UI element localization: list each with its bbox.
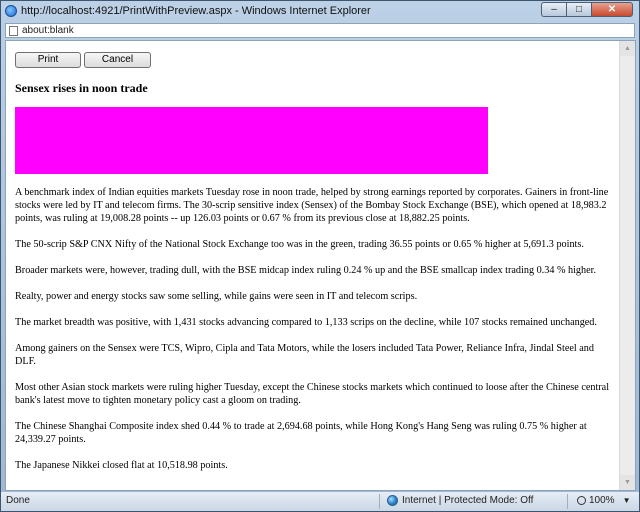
article-paragraph: The 50-scrip S&P CNX Nifty of the Nation…: [15, 239, 584, 250]
security-zone[interactable]: Internet | Protected Mode: Off: [387, 495, 533, 506]
zoom-icon: [577, 496, 586, 505]
maximize-button[interactable]: □: [566, 2, 591, 17]
browser-window: http://localhost:4921/PrintWithPreview.a…: [0, 0, 640, 512]
zoom-control[interactable]: 100% ▼: [577, 495, 631, 506]
status-text: Done: [6, 495, 30, 506]
article-paragraph: Realty, power and energy stocks saw some…: [15, 291, 418, 302]
zone-label: Internet | Protected Mode: Off: [402, 495, 534, 506]
status-bar: Done Internet | Protected Mode: Off 100%…: [1, 492, 639, 511]
address-input[interactable]: about:blank: [22, 25, 74, 36]
cancel-button[interactable]: Cancel: [84, 52, 151, 68]
status-separator: [379, 494, 380, 509]
article-paragraph: The Chinese Shanghai Composite index she…: [15, 421, 587, 445]
article-paragraph: Broader markets were, however, trading d…: [15, 265, 596, 276]
address-bar[interactable]: about:blank: [5, 23, 635, 38]
article-paragraph: The Japanese Nikkei closed flat at 10,51…: [15, 460, 228, 471]
minimize-button[interactable]: –: [541, 2, 566, 17]
globe-icon: [387, 495, 398, 506]
print-button[interactable]: Print: [15, 52, 81, 68]
article-headline: Sensex rises in noon trade: [15, 81, 148, 95]
article-paragraph: A benchmark index of Indian equities mar…: [15, 187, 609, 224]
status-separator: [567, 494, 568, 509]
scroll-down-icon[interactable]: ▼: [620, 475, 635, 490]
article-image-placeholder: [15, 107, 488, 174]
chevron-down-icon[interactable]: ▼: [623, 496, 631, 505]
page-icon: [9, 25, 18, 36]
window-controls: – □ ✕: [541, 2, 633, 17]
page-content: Print Cancel Sensex rises in noon trade …: [5, 40, 636, 491]
article-paragraph: Among gainers on the Sensex were TCS, Wi…: [15, 343, 594, 367]
article-paragraph: Most other Asian stock markets were ruli…: [15, 382, 610, 406]
ie-logo-icon: [5, 5, 17, 17]
window-title: http://localhost:4921/PrintWithPreview.a…: [21, 5, 371, 17]
article-body: A benchmark index of Indian equities mar…: [15, 186, 615, 485]
vertical-scrollbar[interactable]: ▲ ▼: [619, 41, 635, 490]
close-button[interactable]: ✕: [591, 2, 633, 17]
title-bar[interactable]: http://localhost:4921/PrintWithPreview.a…: [1, 1, 639, 21]
article-paragraph: The market breadth was positive, with 1,…: [15, 317, 597, 328]
scroll-up-icon[interactable]: ▲: [620, 41, 635, 56]
zoom-level: 100%: [589, 495, 615, 506]
